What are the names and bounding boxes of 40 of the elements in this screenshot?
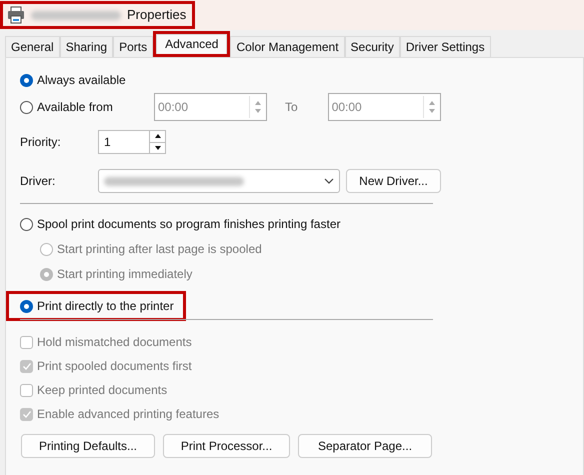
- radio-label: Start printing after last page is spooled: [57, 241, 262, 258]
- tab[interactable]: Color Management: [230, 36, 345, 57]
- radio-label: Spool print documents so program finishes printing faster: [37, 216, 340, 233]
- radio-button[interactable]: [20, 218, 33, 230]
- checkbox-label: Print spooled documents first: [37, 358, 192, 375]
- priority-label: Priority:: [20, 134, 62, 151]
- printer-icon: [7, 6, 25, 24]
- tab[interactable]: Sharing: [60, 36, 114, 57]
- priority-spinner[interactable]: 1: [98, 130, 166, 154]
- radio-button[interactable]: [20, 74, 33, 86]
- window-title: Properties: [127, 6, 186, 24]
- tab[interactable]: Advanced: [156, 34, 228, 54]
- checkbox-label: Enable advanced printing features: [37, 406, 220, 423]
- checkbox-label: Hold mismatched documents: [37, 334, 192, 351]
- radio-label: Print directly to the printer: [37, 298, 174, 315]
- chevron-down-icon: [324, 178, 334, 184]
- time-spinner[interactable]: 00:00: [328, 93, 441, 121]
- dialog-button[interactable]: Separator Page...: [298, 434, 432, 458]
- down-arrow-icon: [428, 108, 436, 114]
- dialog-button[interactable]: Printing Defaults...: [21, 434, 155, 458]
- tab[interactable]: Ports: [113, 36, 154, 57]
- up-arrow-icon: [428, 100, 436, 106]
- tab[interactable]: General: [5, 36, 60, 57]
- radio-label: Start printing immediately: [57, 266, 192, 283]
- to-label: To: [285, 99, 298, 116]
- radio-button[interactable]: [20, 100, 33, 114]
- up-arrow-icon: [254, 100, 262, 106]
- new-driver-button[interactable]: New Driver...: [346, 169, 441, 193]
- dialog-button[interactable]: Print Processor...: [163, 434, 290, 458]
- radio-label: Always available: [37, 72, 126, 89]
- radio-label: Available from: [37, 99, 113, 116]
- checkbox-label: Keep printed documents: [37, 382, 168, 399]
- up-arrow-icon: [154, 134, 160, 138]
- down-arrow-icon: [154, 146, 160, 150]
- driver-label: Driver:: [20, 173, 56, 190]
- time-spinner[interactable]: 00:00: [154, 93, 267, 121]
- radio-button[interactable]: [20, 300, 33, 312]
- tab[interactable]: Driver Settings: [400, 36, 491, 57]
- tab[interactable]: Security: [344, 36, 400, 57]
- down-arrow-icon: [254, 108, 262, 114]
